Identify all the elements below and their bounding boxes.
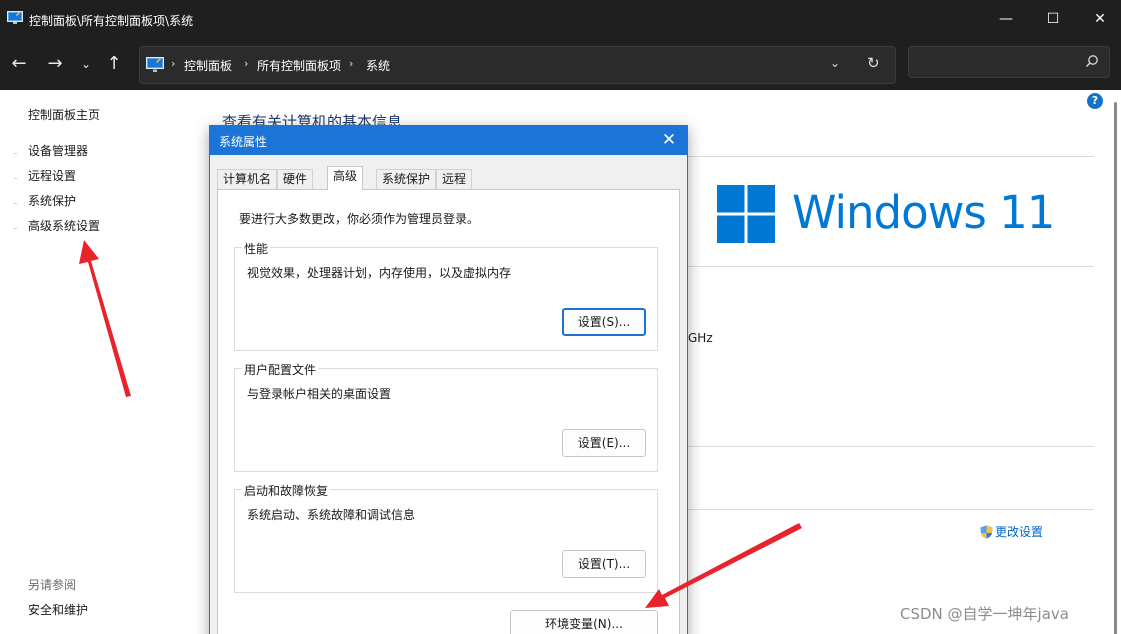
chevron-down-icon[interactable]: ⌄: [830, 56, 840, 70]
windows-edition: Windows 11: [792, 186, 1055, 239]
group-title: 性能: [242, 240, 271, 257]
system-properties-dialog: 系统属性 ✕ 计算机名 硬件 高级 系统保护 远程 要进行大多数更改，你必须作为…: [209, 125, 688, 634]
window-titlebar: 控制面板\所有控制面板项\系统 — ☐ ✕: [0, 0, 1121, 40]
tab-computer-name[interactable]: 计算机名: [217, 169, 278, 189]
breadcrumb-separator: ›: [349, 57, 354, 70]
maximize-button[interactable]: ☐: [1029, 0, 1077, 40]
control-panel-home-link[interactable]: 控制面板主页: [28, 106, 100, 123]
sidebar-item-advanced-system-settings[interactable]: 高级系统设置: [28, 217, 100, 234]
shield-icon: [980, 525, 993, 539]
dialog-title: 系统属性: [219, 135, 268, 149]
section-divider: [688, 509, 1094, 510]
sidebar-item-remote-settings[interactable]: 远程设置: [28, 167, 76, 184]
security-and-maintenance-link[interactable]: 安全和维护: [28, 601, 88, 618]
breadcrumb-control-panel[interactable]: 控制面板: [184, 57, 232, 74]
group-title: 启动和故障恢复: [242, 482, 331, 499]
group-description: 与登录帐户相关的桌面设置: [247, 387, 392, 401]
admin-note: 要进行大多数更改，你必须作为管理员登录。: [239, 212, 480, 226]
refresh-icon[interactable]: ↻: [867, 54, 880, 72]
group-title: 用户配置文件: [242, 361, 319, 378]
minimize-button[interactable]: —: [982, 0, 1030, 40]
back-button[interactable]: ←: [6, 52, 32, 78]
breadcrumb-separator: ›: [171, 57, 176, 70]
navigation-bar: ← → ⌄ ↑ › 控制面板 › 所有控制面板项 › 系统 ⌄ ↻: [0, 40, 1121, 90]
search-input[interactable]: [908, 46, 1110, 78]
breadcrumb-separator: ›: [244, 57, 249, 70]
scrollbar-thumb[interactable]: [1114, 102, 1117, 634]
tab-remote[interactable]: 远程: [436, 169, 473, 189]
advanced-tab-panel: 要进行大多数更改，你必须作为管理员登录。 性能 视觉效果，处理器计划，内存使用，…: [217, 189, 680, 634]
tab-hardware[interactable]: 硬件: [277, 169, 314, 189]
change-settings-label: 更改设置: [995, 525, 1044, 539]
forward-button[interactable]: →: [42, 52, 68, 78]
startup-recovery-settings-button[interactable]: 设置(T)...: [562, 550, 646, 578]
watermark-text: CSDN @自学一坤年java: [900, 605, 1069, 623]
breadcrumb-all-items[interactable]: 所有控制面板项: [257, 57, 341, 74]
address-bar[interactable]: › 控制面板 › 所有控制面板项 › 系统 ⌄ ↻: [139, 46, 896, 84]
startup-recovery-group: 启动和故障恢复 系统启动、系统故障和调试信息 设置(T)...: [234, 482, 658, 593]
group-description: 系统启动、系统故障和调试信息: [247, 508, 416, 522]
control-panel-icon: [7, 11, 23, 24]
performance-group: 性能 视觉效果，处理器计划，内存使用，以及虚拟内存 设置(S)...: [234, 240, 658, 351]
environment-variables-button[interactable]: 环境变量(N)...: [510, 610, 658, 634]
arrow-annotation-icon: [79, 240, 131, 397]
change-settings-link[interactable]: 更改设置: [980, 523, 1043, 540]
windows-logo-icon: [717, 185, 775, 243]
tab-system-protection[interactable]: 系统保护: [376, 169, 437, 189]
list-bullet: [14, 178, 17, 179]
tab-advanced[interactable]: 高级: [327, 166, 364, 190]
user-profiles-group: 用户配置文件 与登录帐户相关的桌面设置 设置(E)...: [234, 361, 658, 472]
up-button[interactable]: ↑: [101, 52, 127, 78]
performance-settings-button[interactable]: 设置(S)...: [562, 308, 646, 336]
search-icon: [1086, 55, 1098, 67]
recent-locations-button[interactable]: ⌄: [73, 52, 99, 78]
processor-speed-text: GHz: [688, 331, 713, 345]
help-icon[interactable]: ?: [1087, 93, 1103, 109]
dialog-titlebar[interactable]: 系统属性 ✕: [210, 126, 687, 155]
sidebar-item-system-protection[interactable]: 系统保护: [28, 192, 76, 209]
list-bullet: [14, 153, 17, 154]
list-bullet: [14, 228, 17, 229]
vertical-scrollbar[interactable]: [1111, 90, 1121, 634]
section-divider: [688, 446, 1094, 447]
group-description: 视觉效果，处理器计划，内存使用，以及虚拟内存: [247, 266, 512, 280]
see-also-label: 另请参阅: [28, 578, 77, 592]
close-window-button[interactable]: ✕: [1076, 0, 1121, 40]
breadcrumb-system[interactable]: 系统: [366, 57, 390, 74]
window-title: 控制面板\所有控制面板项\系统: [29, 14, 194, 28]
section-divider: [688, 266, 1094, 267]
sidebar-item-device-manager[interactable]: 设备管理器: [28, 142, 88, 159]
control-panel-icon: [146, 57, 164, 72]
dialog-close-button[interactable]: ✕: [657, 129, 681, 151]
user-profiles-settings-button[interactable]: 设置(E)...: [562, 429, 646, 457]
list-bullet: [14, 203, 17, 204]
